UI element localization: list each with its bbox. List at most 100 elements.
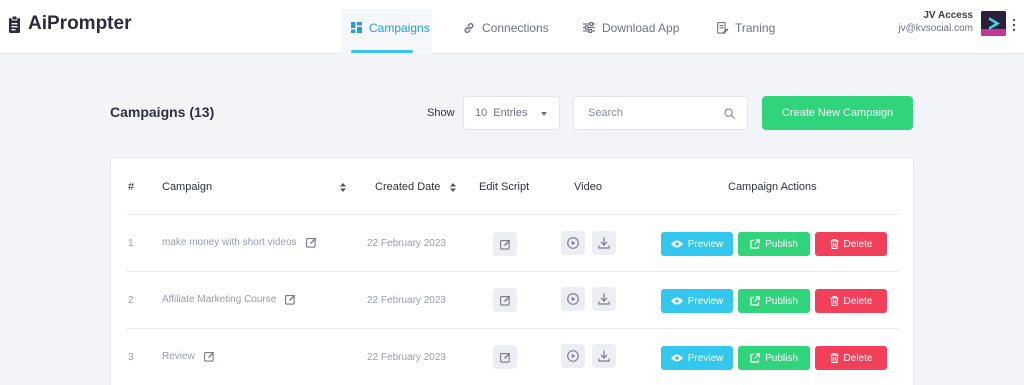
edit-icon <box>499 352 511 363</box>
tab-label: Campaigns <box>369 20 430 35</box>
download-icon <box>598 350 610 362</box>
download-icon <box>598 237 610 249</box>
created-date: 22 February 2023 <box>367 295 446 306</box>
download-video-button[interactable] <box>592 287 616 311</box>
row-divider <box>126 214 899 215</box>
app-title: AiPrompter <box>28 13 132 34</box>
column-label: Created Date <box>375 181 441 193</box>
tab-label: Traning <box>735 20 776 35</box>
created-date: 22 February 2023 <box>367 238 446 249</box>
document-edit-icon <box>717 21 728 34</box>
edit-name-icon[interactable] <box>285 294 296 305</box>
tab-label: Download App <box>602 20 680 35</box>
trash-icon <box>830 239 839 249</box>
tab-campaigns[interactable]: Campaigns <box>341 9 432 54</box>
created-date: 22 February 2023 <box>367 352 446 363</box>
app-logo[interactable]: AiPrompter <box>8 13 131 35</box>
external-link-icon <box>750 239 760 249</box>
edit-name-icon[interactable] <box>305 237 317 248</box>
column-header-video: Video <box>574 181 602 193</box>
eye-icon <box>670 240 683 248</box>
campaign-name-cell: make money with short videos <box>162 237 317 248</box>
edit-name-icon[interactable] <box>203 351 215 362</box>
column-header-campaign-actions: Campaign Actions <box>728 181 817 193</box>
sort-icon[interactable] <box>340 183 346 192</box>
edit-script-button[interactable] <box>493 288 517 312</box>
campaign-name: Affiliate Marketing Course <box>162 294 277 305</box>
preview-button[interactable]: Preview <box>661 346 733 370</box>
trash-icon <box>830 353 839 363</box>
publish-button[interactable]: Publish <box>738 346 810 370</box>
publish-button[interactable]: Publish <box>738 232 810 256</box>
preview-button[interactable]: Preview <box>661 232 733 256</box>
edit-script-button[interactable] <box>493 345 517 369</box>
download-video-button[interactable] <box>592 231 616 255</box>
preview-label: Preview <box>687 352 724 364</box>
preview-label: Preview <box>687 295 724 307</box>
create-campaign-button[interactable]: Create New Campaign <box>762 96 913 130</box>
tab-label: Connections <box>482 20 549 35</box>
campaign-name: Review <box>162 351 195 362</box>
row-index: 1 <box>128 238 134 249</box>
user-info[interactable]: JV Access jv@kvsocial.com <box>898 10 973 34</box>
campaign-name-cell: Review <box>162 351 215 362</box>
tab-download-app[interactable]: Download App <box>583 9 679 54</box>
sort-icon[interactable] <box>450 182 457 192</box>
grid-icon <box>351 22 362 33</box>
tab-connections[interactable]: Connections <box>463 9 549 54</box>
column-label: Campaign <box>162 181 213 193</box>
delete-button[interactable]: Delete <box>815 289 887 313</box>
preview-label: Preview <box>687 238 724 250</box>
campaign-name-cell: Affiliate Marketing Course <box>162 294 296 305</box>
delete-button[interactable]: Delete <box>815 346 887 370</box>
delete-label: Delete <box>843 295 873 307</box>
preview-button[interactable]: Preview <box>661 289 733 313</box>
search-box <box>573 96 748 130</box>
play-circle-icon <box>567 237 579 249</box>
show-label: Show <box>427 107 455 119</box>
edit-script-button[interactable] <box>493 232 517 256</box>
delete-button[interactable]: Delete <box>815 232 887 256</box>
trash-icon <box>830 296 839 306</box>
search-input[interactable] <box>574 97 704 129</box>
edit-icon <box>499 239 511 250</box>
publish-label: Publish <box>765 295 798 307</box>
play-logo-icon <box>981 11 1006 36</box>
download-icon <box>598 293 610 305</box>
entries-value: 10 <box>475 107 488 119</box>
column-header-created-date[interactable]: Created Date <box>375 181 457 193</box>
column-header-edit-script: Edit Script <box>479 181 530 193</box>
clipboard-logo-icon <box>8 15 21 34</box>
download-video-button[interactable] <box>592 344 616 368</box>
sliders-icon <box>583 22 595 33</box>
eye-icon <box>670 297 683 305</box>
tab-training[interactable]: Traning <box>717 9 775 54</box>
entries-select[interactable]: 10 Entries <box>463 96 560 130</box>
play-circle-icon <box>567 350 579 362</box>
user-name: JV Access <box>923 10 973 21</box>
publish-label: Publish <box>765 352 798 364</box>
caret-down-icon <box>541 112 547 116</box>
user-email: jv@kvsocial.com <box>898 23 973 34</box>
campaigns-table: # Campaign Created Date Edit Script Vide… <box>110 157 914 385</box>
delete-label: Delete <box>843 352 873 364</box>
publish-label: Publish <box>765 238 798 250</box>
search-icon[interactable] <box>724 108 735 119</box>
page-title: Campaigns (13) <box>110 104 215 120</box>
column-header-index: # <box>128 181 135 193</box>
delete-label: Delete <box>843 238 873 250</box>
campaign-name: make money with short videos <box>162 237 297 248</box>
column-header-campaign[interactable]: Campaign <box>162 181 212 193</box>
publish-button[interactable]: Publish <box>738 289 810 313</box>
avatar[interactable] <box>981 11 1006 36</box>
row-index: 2 <box>128 295 134 306</box>
play-video-button[interactable] <box>561 287 585 311</box>
row-divider <box>126 328 899 329</box>
external-link-icon <box>750 296 760 306</box>
play-video-button[interactable] <box>561 344 585 368</box>
entries-label: Entries <box>493 107 528 119</box>
more-options-icon[interactable] <box>1012 18 1018 32</box>
play-video-button[interactable] <box>561 231 585 255</box>
row-index: 3 <box>128 352 134 363</box>
external-link-icon <box>750 353 760 363</box>
